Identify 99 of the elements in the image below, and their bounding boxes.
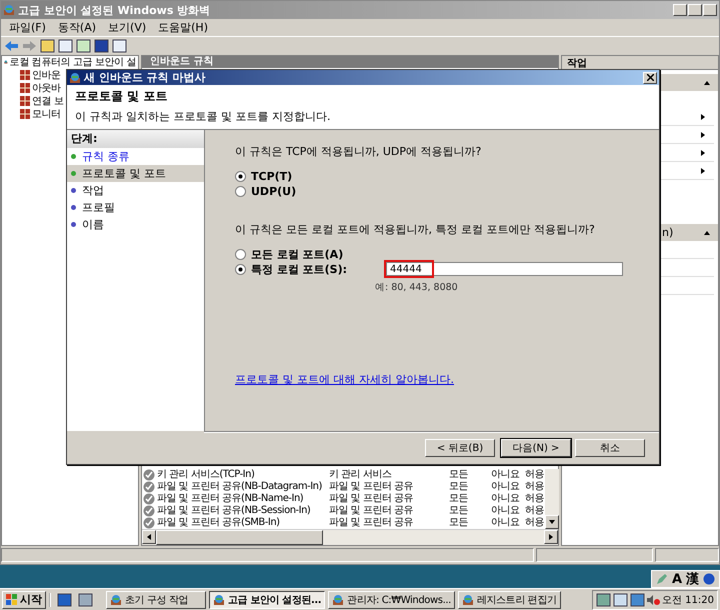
dialog-button[interactable]: 취소 — [575, 439, 645, 457]
table-cell: 허용 — [525, 505, 545, 517]
radio-button[interactable] — [235, 264, 246, 274]
table-cell: 허용 — [525, 469, 545, 481]
table-cell-text: 모든 — [449, 481, 469, 493]
app-icon — [332, 594, 344, 606]
menu-item[interactable]: 도움말(H) — [154, 20, 212, 35]
scrollbar[interactable] — [545, 469, 559, 529]
question-text: 이 규칙은 모든 로컬 포트에 적용됩니까, 특정 로컬 포트에만 적용됩니까? — [235, 222, 596, 237]
table-cell-text: 모든 — [449, 517, 469, 529]
radio-button[interactable] — [235, 170, 246, 182]
submenu-arrow-icon — [700, 114, 706, 120]
submenu-arrow-icon — [700, 150, 706, 156]
step-item[interactable]: 프로필 — [67, 199, 204, 216]
table-cell-text: 파일 및 프린터 공유 — [329, 517, 414, 529]
step-item[interactable]: 작업 — [67, 182, 204, 199]
highlight-box — [384, 260, 434, 278]
scroll-thumb[interactable] — [156, 530, 323, 545]
page-subtitle: 이 규칙과 일치하는 프로토콜 및 포트를 지정합니다. — [75, 109, 332, 124]
taskbar-button[interactable]: 초기 구성 작업 — [106, 590, 206, 608]
table-cell-text: 아니요 — [491, 469, 520, 481]
table-cell-text: 키 관리 서비스 — [329, 469, 392, 481]
hint-text: 예: 80, 443, 8080 — [375, 281, 459, 294]
tree-item[interactable]: 인바운 — [32, 68, 61, 82]
table-cell-text: 아니요 — [491, 517, 520, 529]
tree-item[interactable]: 아웃바 — [32, 81, 61, 95]
dialog-button[interactable]: 다음(N) > — [501, 439, 571, 457]
taskbar-button[interactable]: 관리자: C:₩Windows... — [328, 590, 455, 608]
step-item[interactable]: 이름 — [67, 216, 204, 233]
rule-icon — [20, 83, 30, 93]
menu-item[interactable]: 파일(F) — [5, 20, 50, 35]
help-link[interactable]: 프로토콜 및 포트에 대해 자세히 알아봅니다. — [235, 372, 659, 387]
radio-label[interactable]: UDP(U) — [251, 184, 381, 198]
speaker-muted-icon[interactable] — [647, 594, 660, 606]
app-icon — [462, 594, 474, 606]
close-icon — [646, 74, 654, 81]
radio-button[interactable] — [235, 186, 246, 196]
radio-label[interactable]: TCP(T) — [251, 170, 381, 182]
table-cell-text: 아니요 — [491, 481, 520, 493]
clock: 오전 11:20 — [662, 594, 714, 606]
port-field[interactable]: 44444 — [386, 262, 623, 276]
radio-button[interactable] — [235, 248, 246, 260]
menu-item[interactable]: 동작(A) — [54, 20, 100, 35]
table-cell-text: 파일 및 프린터 공유 — [329, 505, 414, 517]
rule-icon — [20, 96, 30, 106]
table-cell-text: 파일 및 프린터 공유(NB-Name-In) — [157, 493, 304, 505]
step-item[interactable]: 프로토콜 및 포트 — [67, 165, 204, 182]
tree-item[interactable]: 연결 보 — [32, 94, 64, 108]
page-heading: 프로토콜 및 포트 — [75, 88, 168, 105]
steps-header: 단계: — [67, 130, 204, 148]
start-button[interactable]: 시작 — [2, 590, 46, 608]
pane-header: 인바운드 규칙 — [142, 56, 558, 68]
app-icon — [213, 594, 225, 606]
submenu-arrow-icon — [700, 132, 706, 138]
collapse-icon — [704, 80, 710, 86]
pane-header: 작업 — [562, 56, 718, 70]
windows-logo-icon — [6, 594, 18, 606]
dialog-button[interactable]: < 뒤로(B) — [425, 439, 495, 457]
table-cell-text: 아니요 — [491, 493, 520, 505]
down-arrow-icon — [549, 519, 555, 525]
radio-label[interactable]: 모든 로컬 포트(A) — [251, 246, 381, 262]
language-key[interactable]: 漢 — [686, 570, 699, 588]
step-item[interactable]: 규칙 종류 — [67, 148, 204, 165]
scroll-down-button[interactable] — [545, 515, 559, 529]
right-arrow-icon — [548, 534, 554, 540]
table-cell-text: 파일 및 프린터 공유 — [329, 481, 414, 493]
table-cell-text: 파일 및 프린터 공유 — [329, 493, 414, 505]
folder-icon[interactable] — [40, 39, 55, 53]
question-text: 이 규칙은 TCP에 적용됩니까, UDP에 적용됩니까? — [235, 144, 482, 159]
menu-item[interactable]: 보기(V) — [104, 20, 150, 35]
rule-icon — [20, 70, 30, 80]
table-cell-text: 모든 — [449, 505, 469, 517]
table-cell-text: 모든 — [449, 493, 469, 505]
taskbar-button[interactable]: 레지스트리 편집기 — [458, 590, 561, 608]
table-cell-text: 모든 — [449, 469, 469, 481]
app-icon — [110, 594, 122, 606]
language-key[interactable]: A — [672, 572, 682, 586]
window-title: 고급 보안이 설정된 Windows 방화벽 — [18, 2, 210, 18]
table-cell-text: 파일 및 프린터 공유(SMB-In) — [157, 517, 281, 529]
left-arrow-icon — [146, 534, 152, 540]
taskbar-button[interactable]: 고급 보안이 설정된... — [209, 590, 326, 608]
tree-item[interactable]: 모니터 — [32, 107, 61, 121]
back-icon[interactable] — [4, 40, 19, 52]
table-cell-text: 아니요 — [491, 505, 520, 517]
table-cell-text: 파일 및 프린터 공유(NB-Session-In) — [157, 505, 312, 517]
table-cell-text: 파일 및 프린터 공유(NB-Datagram-In) — [157, 481, 323, 493]
table-cell: 허용 — [525, 493, 545, 505]
rule-icon — [20, 109, 30, 119]
tree-item[interactable]: 로컬 컴퓨터의 고급 보안이 설 — [10, 56, 136, 69]
submenu-arrow-icon — [700, 168, 706, 174]
table-cell: 허용 — [525, 517, 545, 529]
radio-label[interactable]: 특정 로컬 포트(S): — [251, 262, 381, 276]
table-cell: 허용 — [525, 481, 545, 493]
scroll-right-button[interactable] — [544, 530, 558, 544]
scroll-left-button[interactable] — [142, 530, 156, 544]
dialog-title: 새 인바운드 규칙 마법사 — [84, 70, 206, 85]
table-cell-text: 키 관리 서비스(TCP-In) — [157, 469, 256, 481]
scrollbar[interactable] — [142, 529, 558, 545]
collapse-icon — [704, 230, 710, 236]
